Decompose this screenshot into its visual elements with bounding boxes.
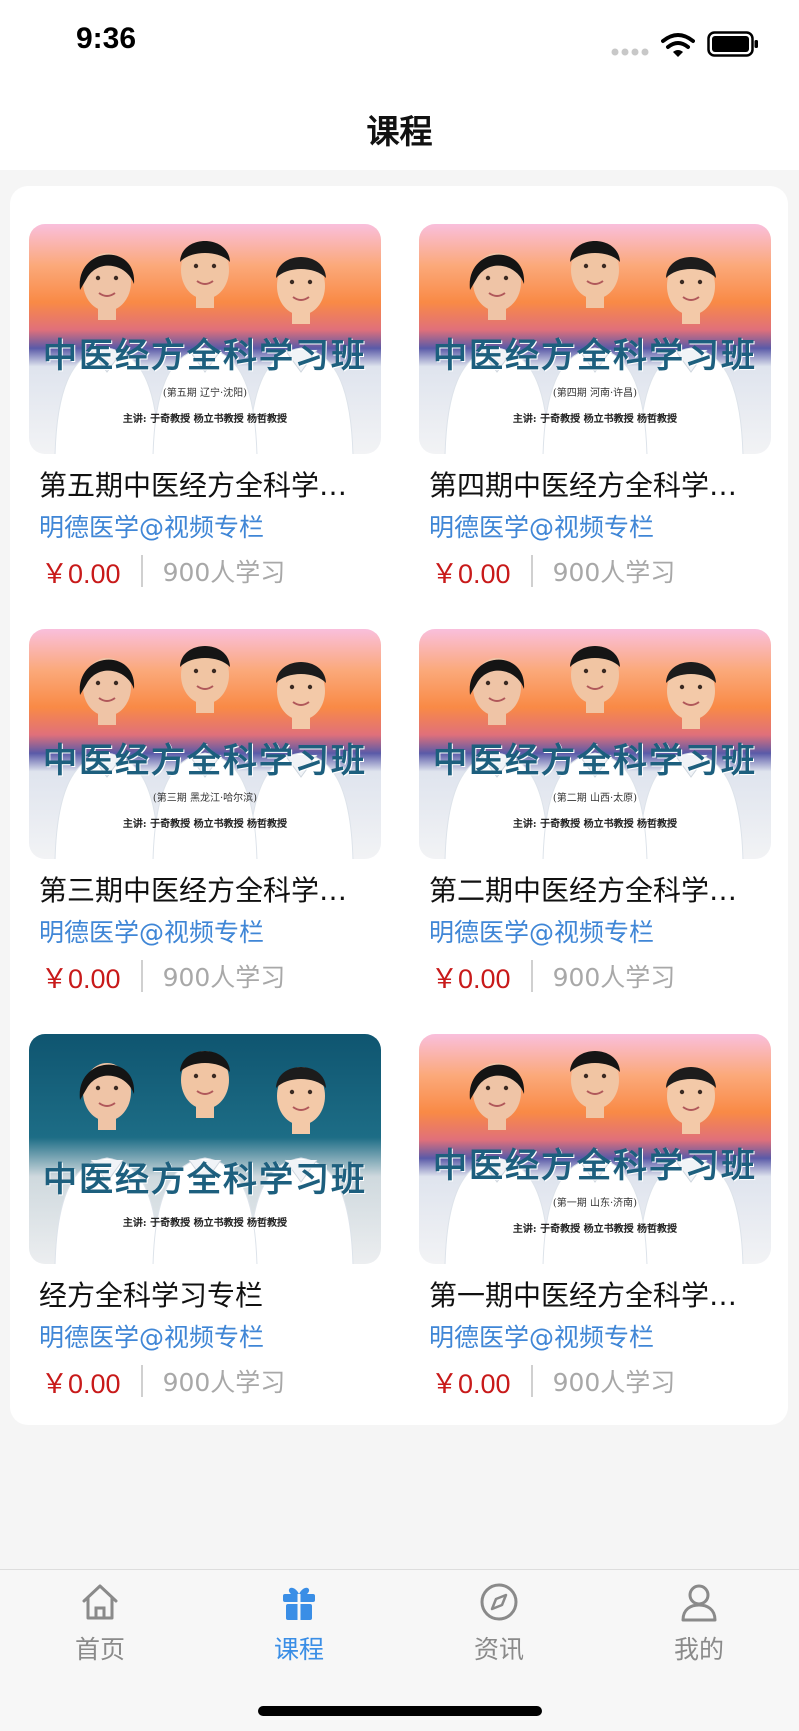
status-icons — [599, 0, 799, 88]
page-title: 课程 — [366, 112, 433, 151]
course-thumbnail[interactable]: 中医经方全科学习班主讲: 于奇教授 杨立书教授 杨哲教授 — [29, 1034, 381, 1264]
poster-session: (第四期 河南·许昌) — [552, 388, 638, 399]
course-title[interactable]: 第三期中医经方全科学… — [29, 871, 379, 911]
poster-session: (第一期 山东·济南) — [552, 1198, 638, 1209]
meta-divider — [530, 1365, 533, 1397]
course-thumbnail[interactable]: 中医经方全科学习班 (第三期 黑龙江·哈尔滨) 主讲: 于奇教授 杨立书教授 杨哲教… — [29, 629, 381, 859]
course-author[interactable]: 明德医学@视频专栏 — [419, 1318, 771, 1358]
poster-lecturers: 主讲: 于奇教授 杨立书教授 杨哲教授 — [512, 1224, 678, 1235]
course-meta: ￥0.00 900人学习 — [419, 550, 771, 592]
course-thumbnail[interactable]: 中医经方全科学习班 (第四期 河南·许昌) 主讲: 于奇教授 杨立书教授 杨哲教授 — [419, 224, 771, 454]
battery-icon — [707, 31, 758, 57]
meta-divider — [140, 555, 143, 587]
tab-news-label: 资讯 — [473, 1635, 524, 1664]
tab-home[interactable]: 首页 — [30, 1580, 170, 1680]
course-meta: ￥0.00 900人学习 — [419, 1360, 771, 1402]
course-title[interactable]: 第二期中医经方全科学… — [419, 871, 769, 911]
poster-session: (第二期 山西·太原) — [552, 793, 638, 804]
course-price: ￥0.00 — [431, 963, 511, 994]
home-icon — [82, 1584, 118, 1620]
course-list-card: 中医经方全科学习班 (第五期 辽宁·沈阳) 主讲: 于奇教授 杨立书教授 杨哲教授第… — [10, 186, 788, 1425]
tab-courses-label: 课程 — [273, 1635, 324, 1664]
learner-count: 900人学习 — [162, 558, 286, 587]
learner-count: 900人学习 — [552, 558, 676, 587]
poster-session: (第五期 辽宁·沈阳) — [162, 388, 248, 399]
course-meta: ￥0.00 900人学习 — [29, 550, 381, 592]
course-title[interactable]: 第四期中医经方全科学… — [419, 466, 769, 506]
poster-heading: 中医经方全科学习班 — [43, 741, 367, 781]
tab-me[interactable]: 我的 — [629, 1580, 769, 1680]
person-icon — [681, 1584, 717, 1622]
course-title[interactable]: 第一期中医经方全科学… — [419, 1276, 769, 1316]
learner-count: 900人学习 — [552, 1368, 676, 1397]
poster-heading: 中医经方全科学习班 — [433, 336, 757, 376]
learner-count: 900人学习 — [552, 963, 676, 992]
poster-lecturers: 主讲: 于奇教授 杨立书教授 杨哲教授 — [122, 414, 288, 425]
poster-lecturers: 主讲: 于奇教授 杨立书教授 杨哲教授 — [122, 1218, 288, 1229]
course-thumbnail[interactable]: 中医经方全科学习班 (第五期 辽宁·沈阳) 主讲: 于奇教授 杨立书教授 杨哲教授 — [29, 224, 381, 454]
course-card[interactable]: 中医经方全科学习班 (第二期 山西·太原) 主讲: 于奇教授 杨立书教授 杨哲教授第… — [419, 629, 771, 1034]
meta-divider — [140, 1365, 143, 1397]
poster-lecturers: 主讲: 于奇教授 杨立书教授 杨哲教授 — [512, 414, 678, 425]
meta-divider — [530, 960, 533, 992]
meta-divider — [140, 960, 143, 992]
wifi-icon — [661, 33, 695, 57]
course-meta: ￥0.00 900人学习 — [29, 955, 381, 997]
home-indicator — [258, 1706, 542, 1716]
course-price: ￥0.00 — [41, 963, 121, 994]
status-bar: 9:36 — [0, 0, 799, 88]
poster-heading: 中医经方全科学习班 — [433, 741, 757, 781]
poster-heading: 中医经方全科学习班 — [43, 1160, 367, 1200]
course-author[interactable]: 明德医学@视频专栏 — [419, 913, 771, 953]
course-grid: 中医经方全科学习班 (第五期 辽宁·沈阳) 主讲: 于奇教授 杨立书教授 杨哲教授第… — [29, 224, 789, 1439]
meta-divider — [530, 555, 533, 587]
signal-icon — [611, 48, 649, 56]
course-price: ￥0.00 — [431, 1368, 511, 1399]
poster-heading: 中医经方全科学习班 — [43, 336, 367, 376]
course-card[interactable]: 中医经方全科学习班 (第一期 山东·济南) 主讲: 于奇教授 杨立书教授 杨哲教授第… — [419, 1034, 771, 1439]
course-author[interactable]: 明德医学@视频专栏 — [29, 913, 381, 953]
course-title[interactable]: 第五期中医经方全科学… — [29, 466, 379, 506]
status-time: 9:36 — [76, 22, 137, 55]
course-title[interactable]: 经方全科学习专栏 — [29, 1276, 379, 1316]
tab-me-label: 我的 — [673, 1635, 724, 1664]
course-card[interactable]: 中医经方全科学习班 (第五期 辽宁·沈阳) 主讲: 于奇教授 杨立书教授 杨哲教授第… — [29, 224, 381, 629]
course-thumbnail[interactable]: 中医经方全科学习班 (第一期 山东·济南) 主讲: 于奇教授 杨立书教授 杨哲教授 — [419, 1034, 771, 1264]
learner-count: 900人学习 — [162, 963, 286, 992]
course-author[interactable]: 明德医学@视频专栏 — [419, 508, 771, 548]
poster-heading: 中医经方全科学习班 — [433, 1146, 757, 1186]
compass-icon — [480, 1583, 518, 1621]
course-price: ￥0.00 — [431, 558, 511, 589]
course-meta: ￥0.00 900人学习 — [419, 955, 771, 997]
course-author[interactable]: 明德医学@视频专栏 — [29, 1318, 381, 1358]
tab-news[interactable]: 资讯 — [429, 1580, 569, 1680]
course-thumbnail[interactable]: 中医经方全科学习班 (第二期 山西·太原) 主讲: 于奇教授 杨立书教授 杨哲教授 — [419, 629, 771, 859]
course-price: ￥0.00 — [41, 558, 121, 589]
poster-session: (第三期 黑龙江·哈尔滨) — [152, 793, 258, 804]
learner-count: 900人学习 — [162, 1368, 286, 1397]
course-meta: ￥0.00 900人学习 — [29, 1360, 381, 1402]
course-card[interactable]: 中医经方全科学习班 (第四期 河南·许昌) 主讲: 于奇教授 杨立书教授 杨哲教授第… — [419, 224, 771, 629]
poster-lecturers: 主讲: 于奇教授 杨立书教授 杨哲教授 — [512, 819, 678, 830]
gift-icon — [283, 1587, 315, 1620]
course-card[interactable]: 中医经方全科学习班 (第三期 黑龙江·哈尔滨) 主讲: 于奇教授 杨立书教授 杨哲教… — [29, 629, 381, 1034]
course-card[interactable]: 中医经方全科学习班主讲: 于奇教授 杨立书教授 杨哲教授经方全科学习专栏 明德医学… — [29, 1034, 381, 1439]
nav-bar: 课程 — [0, 88, 799, 170]
tab-courses[interactable]: 课程 — [229, 1580, 369, 1680]
tab-home-label: 首页 — [74, 1635, 125, 1664]
course-price: ￥0.00 — [41, 1368, 121, 1399]
poster-lecturers: 主讲: 于奇教授 杨立书教授 杨哲教授 — [122, 819, 288, 830]
course-author[interactable]: 明德医学@视频专栏 — [29, 508, 381, 548]
